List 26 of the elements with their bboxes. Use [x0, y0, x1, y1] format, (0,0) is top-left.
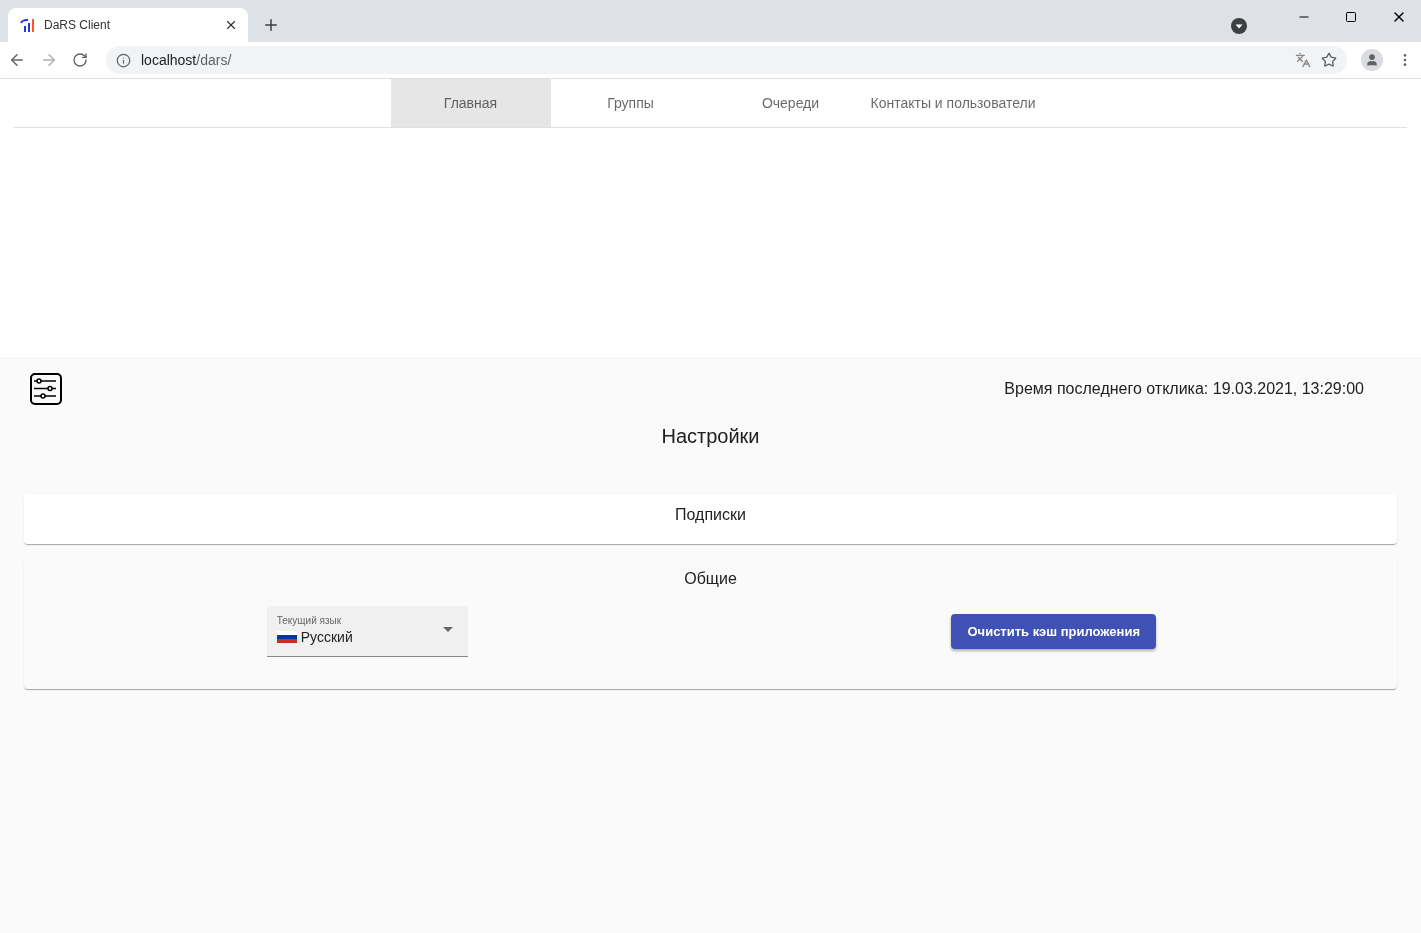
subscriptions-panel[interactable]: Подписки — [24, 494, 1397, 544]
maximize-icon[interactable] — [1345, 11, 1357, 23]
back-icon[interactable] — [8, 51, 26, 69]
clear-cache-button[interactable]: Очистить кэш приложения — [951, 614, 1156, 649]
russian-flag-icon — [276, 631, 297, 643]
reload-icon[interactable] — [72, 52, 88, 68]
dropdown-circle-icon[interactable] — [1231, 18, 1247, 34]
nav-tab[interactable]: Группы — [550, 79, 711, 127]
nav-tab[interactable]: Очереди — [710, 79, 871, 127]
new-tab-icon[interactable] — [262, 16, 280, 34]
signal-bars-icon — [20, 17, 36, 33]
page-title: Настройки — [660, 425, 761, 448]
language-select[interactable]: Текущий язык Русский — [266, 606, 468, 657]
translate-icon[interactable] — [1295, 52, 1311, 68]
settings-sliders-icon[interactable] — [30, 373, 62, 405]
panel-title: Общие — [683, 570, 738, 589]
nav-tab[interactable]: Главная — [390, 79, 551, 127]
close-icon[interactable] — [224, 18, 238, 32]
last-response-time: Время последнего отклика: 19.03.2021, 13:29:00 — [1004, 380, 1364, 398]
panel-title: Подписки — [674, 506, 747, 525]
profile-avatar[interactable] — [1361, 49, 1383, 71]
caret-icon — [442, 627, 453, 632]
star-icon[interactable] — [1321, 52, 1337, 68]
info-icon — [116, 52, 131, 68]
address-bar[interactable]: localhost/dars/ — [106, 46, 1347, 74]
url-text: localhost/dars/ — [141, 52, 233, 68]
